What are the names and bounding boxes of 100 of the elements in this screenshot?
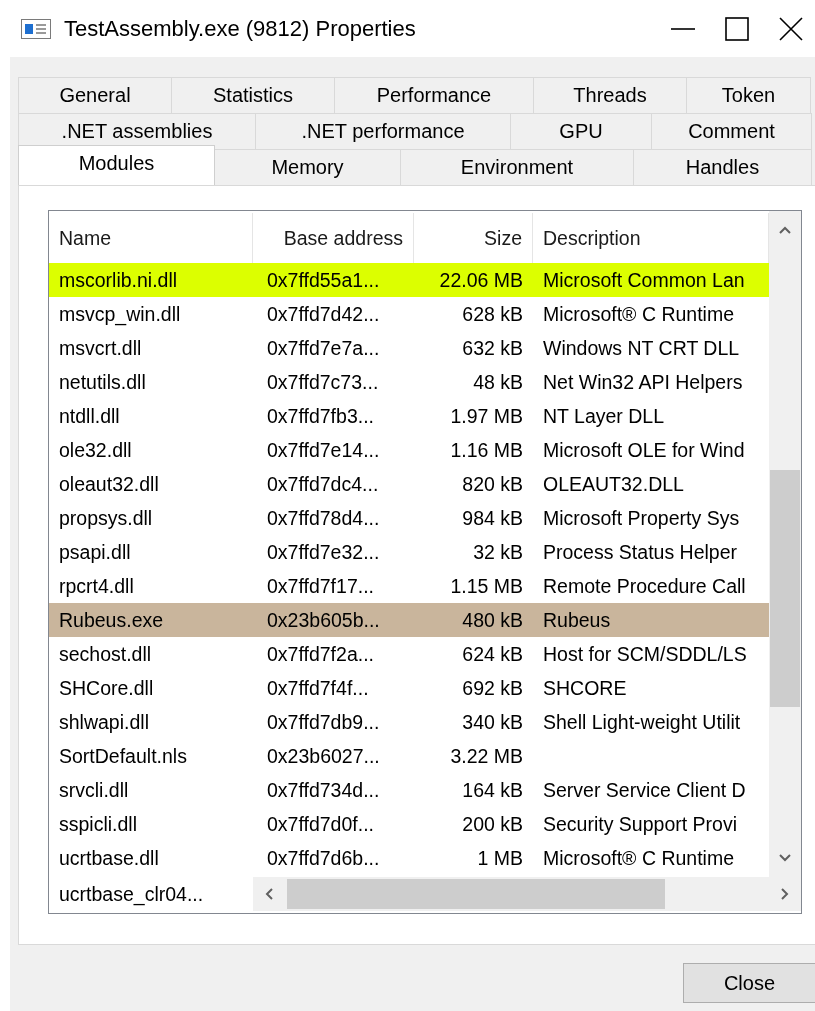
- table-row[interactable]: shlwapi.dll 0x7ffd7db9... 340 kB Shell Light-weight Utilit: [49, 705, 769, 739]
- table-cell-text: 0x7ffd7d0f...: [266, 812, 375, 836]
- table-cell-text: 0x23b605b...: [266, 608, 381, 632]
- table-cell-text: Microsoft Common Lan: [542, 268, 746, 292]
- table-row[interactable]: SHCore.dll 0x7ffd7f4f... 692 kB SHCORE: [49, 671, 769, 705]
- window-title: TestAssembly.exe (9812) Properties: [64, 15, 417, 42]
- table-cell-text: 164 kB: [461, 778, 524, 802]
- table-cell-text: msvcp_win.dll: [58, 302, 182, 326]
- table-row[interactable]: srvcli.dll 0x7ffd734d... 164 kB Server Service Client D: [49, 773, 769, 807]
- table-cell-text: 200 kB: [461, 812, 524, 836]
- close-button[interactable]: Close: [683, 963, 815, 1003]
- table-cell-text: OLEAUT32.DLL: [542, 472, 685, 496]
- scrollbar-thumb[interactable]: [287, 879, 665, 909]
- table-cell-text: 0x7ffd734d...: [266, 778, 381, 802]
- table-cell-text: 632 kB: [461, 336, 524, 360]
- table-row[interactable]: Rubeus.exe 0x23b605b... 480 kB Rubeus: [49, 603, 769, 637]
- table-cell-text: 692 kB: [461, 676, 524, 700]
- table-cell-text: rpcrt4.dll: [58, 574, 135, 598]
- table-cell-text: 0x23b6027...: [266, 744, 381, 768]
- table-cell-text: 0x7ffd7db9...: [266, 710, 381, 734]
- table-cell-text: ucrtbase_clr04...: [58, 882, 205, 906]
- horizontal-scrollbar[interactable]: [253, 877, 801, 911]
- table-cell-text: 984 kB: [461, 506, 524, 530]
- table-cell-text: 0x7ffd7e32...: [266, 540, 381, 564]
- table-cell-text: 0x7ffd7fb3...: [266, 404, 375, 428]
- table-cell-text: 0x7ffd7e7a...: [266, 336, 381, 360]
- scrollbar-thumb[interactable]: [770, 470, 800, 707]
- tab[interactable]: Modules: [18, 145, 215, 185]
- table-cell-text: SortDefault.nls: [58, 744, 188, 768]
- table-cell-text: shlwapi.dll: [58, 710, 150, 734]
- table-cell-text: Process Status Helper: [542, 540, 738, 564]
- table-cell-text: 480 kB: [461, 608, 524, 632]
- table-row[interactable]: ntdll.dll 0x7ffd7fb3... 1.97 MB NT Layer DLL: [49, 399, 769, 433]
- table-cell-text: 32 kB: [472, 540, 524, 564]
- table-cell-text: propsys.dll: [58, 506, 154, 530]
- table-cell-text: Microsoft OLE for Wind: [542, 438, 746, 462]
- table-row[interactable]: mscorlib.ni.dll 0x7ffd55a1... 22.06 MB Microsoft Common Lan: [49, 263, 769, 297]
- tab[interactable]: Handles: [633, 149, 812, 185]
- table-cell-text: 0x7ffd7f2a...: [266, 642, 375, 666]
- table-cell-text: 3.22 MB: [449, 744, 524, 768]
- table-cell-text: Microsoft® C Runtime: [542, 846, 735, 870]
- table-cell-text: Microsoft® C Runtime: [542, 302, 735, 326]
- table-cell-text: ucrtbase.dll: [58, 846, 160, 870]
- table-cell-text: netutils.dll: [58, 370, 147, 394]
- table-cell-text: NT Layer DLL: [542, 404, 666, 428]
- table-cell-text: psapi.dll: [58, 540, 132, 564]
- table-cell-text: sspicli.dll: [58, 812, 139, 836]
- table-row[interactable]: oleaut32.dll 0x7ffd7dc4... 820 kB OLEAUT32.DLL: [49, 467, 769, 501]
- table-cell-text: 0x7ffd7f4f...: [266, 676, 370, 700]
- tab[interactable]: Token: [686, 77, 811, 113]
- table-cell-text: Rubeus: [542, 608, 612, 632]
- table-cell-text: SHCORE: [542, 676, 628, 700]
- table-cell-text: ntdll.dll: [58, 404, 121, 428]
- table-cell-text: 628 kB: [461, 302, 524, 326]
- table-cell-text: msvcrt.dll: [58, 336, 143, 360]
- table-cell-text: Remote Procedure Call: [542, 574, 747, 598]
- table-cell-text: 0x7ffd78d4...: [266, 506, 381, 530]
- table-cell-text: 340 kB: [461, 710, 524, 734]
- table-cell-text: 0x7ffd7e14...: [266, 438, 381, 462]
- table-cell-text: 624 kB: [461, 642, 524, 666]
- table-cell-text: 0x7ffd7f17...: [266, 574, 375, 598]
- table-cell-text: ole32.dll: [58, 438, 133, 462]
- table-cell-text: 0x7ffd55a1...: [266, 268, 381, 292]
- vertical-scrollbar[interactable]: [769, 211, 801, 877]
- table-row[interactable]: msvcp_win.dll 0x7ffd7d42... 628 kB Microsoft® C Runtime: [49, 297, 769, 331]
- table-cell-text: 0x7ffd7d6b...: [266, 846, 381, 870]
- table-row[interactable]: sspicli.dll 0x7ffd7d0f... 200 kB Security Support Provi: [49, 807, 769, 841]
- table-cell-text: 1 MB: [476, 846, 524, 870]
- table-cell-text: 820 kB: [461, 472, 524, 496]
- table-cell-text: 1.97 MB: [449, 404, 524, 428]
- table-row[interactable]: msvcrt.dll 0x7ffd7e7a... 632 kB Windows NT CRT DLL: [49, 331, 769, 365]
- table-cell-text: 48 kB: [472, 370, 524, 394]
- table-cell-text: Windows NT CRT DLL: [542, 336, 741, 360]
- table-cell-text: Server Service Client D: [542, 778, 747, 802]
- table-cell-text: 0x7ffd7c73...: [266, 370, 380, 394]
- table-cell-text: Microsoft Property Sys: [542, 506, 741, 530]
- tab[interactable]: Comment: [651, 113, 812, 149]
- table-cell-text: sechost.dll: [58, 642, 153, 666]
- table-cell-text: mscorlib.ni.dll: [58, 268, 179, 292]
- table-cell-text: 0x7ffd7dc4...: [266, 472, 380, 496]
- table-cell-text: 0x7ffd7d42...: [266, 302, 381, 326]
- table-cell-text: SHCore.dll: [58, 676, 155, 700]
- table-row[interactable]: netutils.dll 0x7ffd7c73... 48 kB Net Win32 API Helpers: [49, 365, 769, 399]
- table-row[interactable]: psapi.dll 0x7ffd7e32... 32 kB Process Status Helper: [49, 535, 769, 569]
- table-cell-text: Security Support Provi: [542, 812, 738, 836]
- table-row[interactable]: rpcrt4.dll 0x7ffd7f17... 1.15 MB Remote Procedure Call: [49, 569, 769, 603]
- table-row[interactable]: sechost.dll 0x7ffd7f2a... 624 kB Host for SCM/SDDL/LS: [49, 637, 769, 671]
- table-cell-text: Net Win32 API Helpers: [542, 370, 744, 394]
- table-cell-text: 1.16 MB: [449, 438, 524, 462]
- table-cell-text: 1.15 MB: [449, 574, 524, 598]
- table-row[interactable]: ucrtbase.dll 0x7ffd7d6b... 1 MB Microsoft® C Runtime: [49, 841, 769, 875]
- table-row[interactable]: SortDefault.nls 0x23b6027... 3.22 MB: [49, 739, 769, 773]
- table-cell-text: srvcli.dll: [58, 778, 130, 802]
- table-row[interactable]: propsys.dll 0x7ffd78d4... 984 kB Microsoft Property Sys: [49, 501, 769, 535]
- window-icon: [21, 18, 51, 39]
- table-cell-text: Shell Light-weight Utilit: [542, 710, 742, 734]
- table-cell-text: oleaut32.dll: [58, 472, 160, 496]
- tab[interactable]: General: [18, 77, 172, 113]
- table-row[interactable]: ole32.dll 0x7ffd7e14... 1.16 MB Microsoft OLE for Wind: [49, 433, 769, 467]
- table-cell-text: Host for SCM/SDDL/LS: [542, 642, 748, 666]
